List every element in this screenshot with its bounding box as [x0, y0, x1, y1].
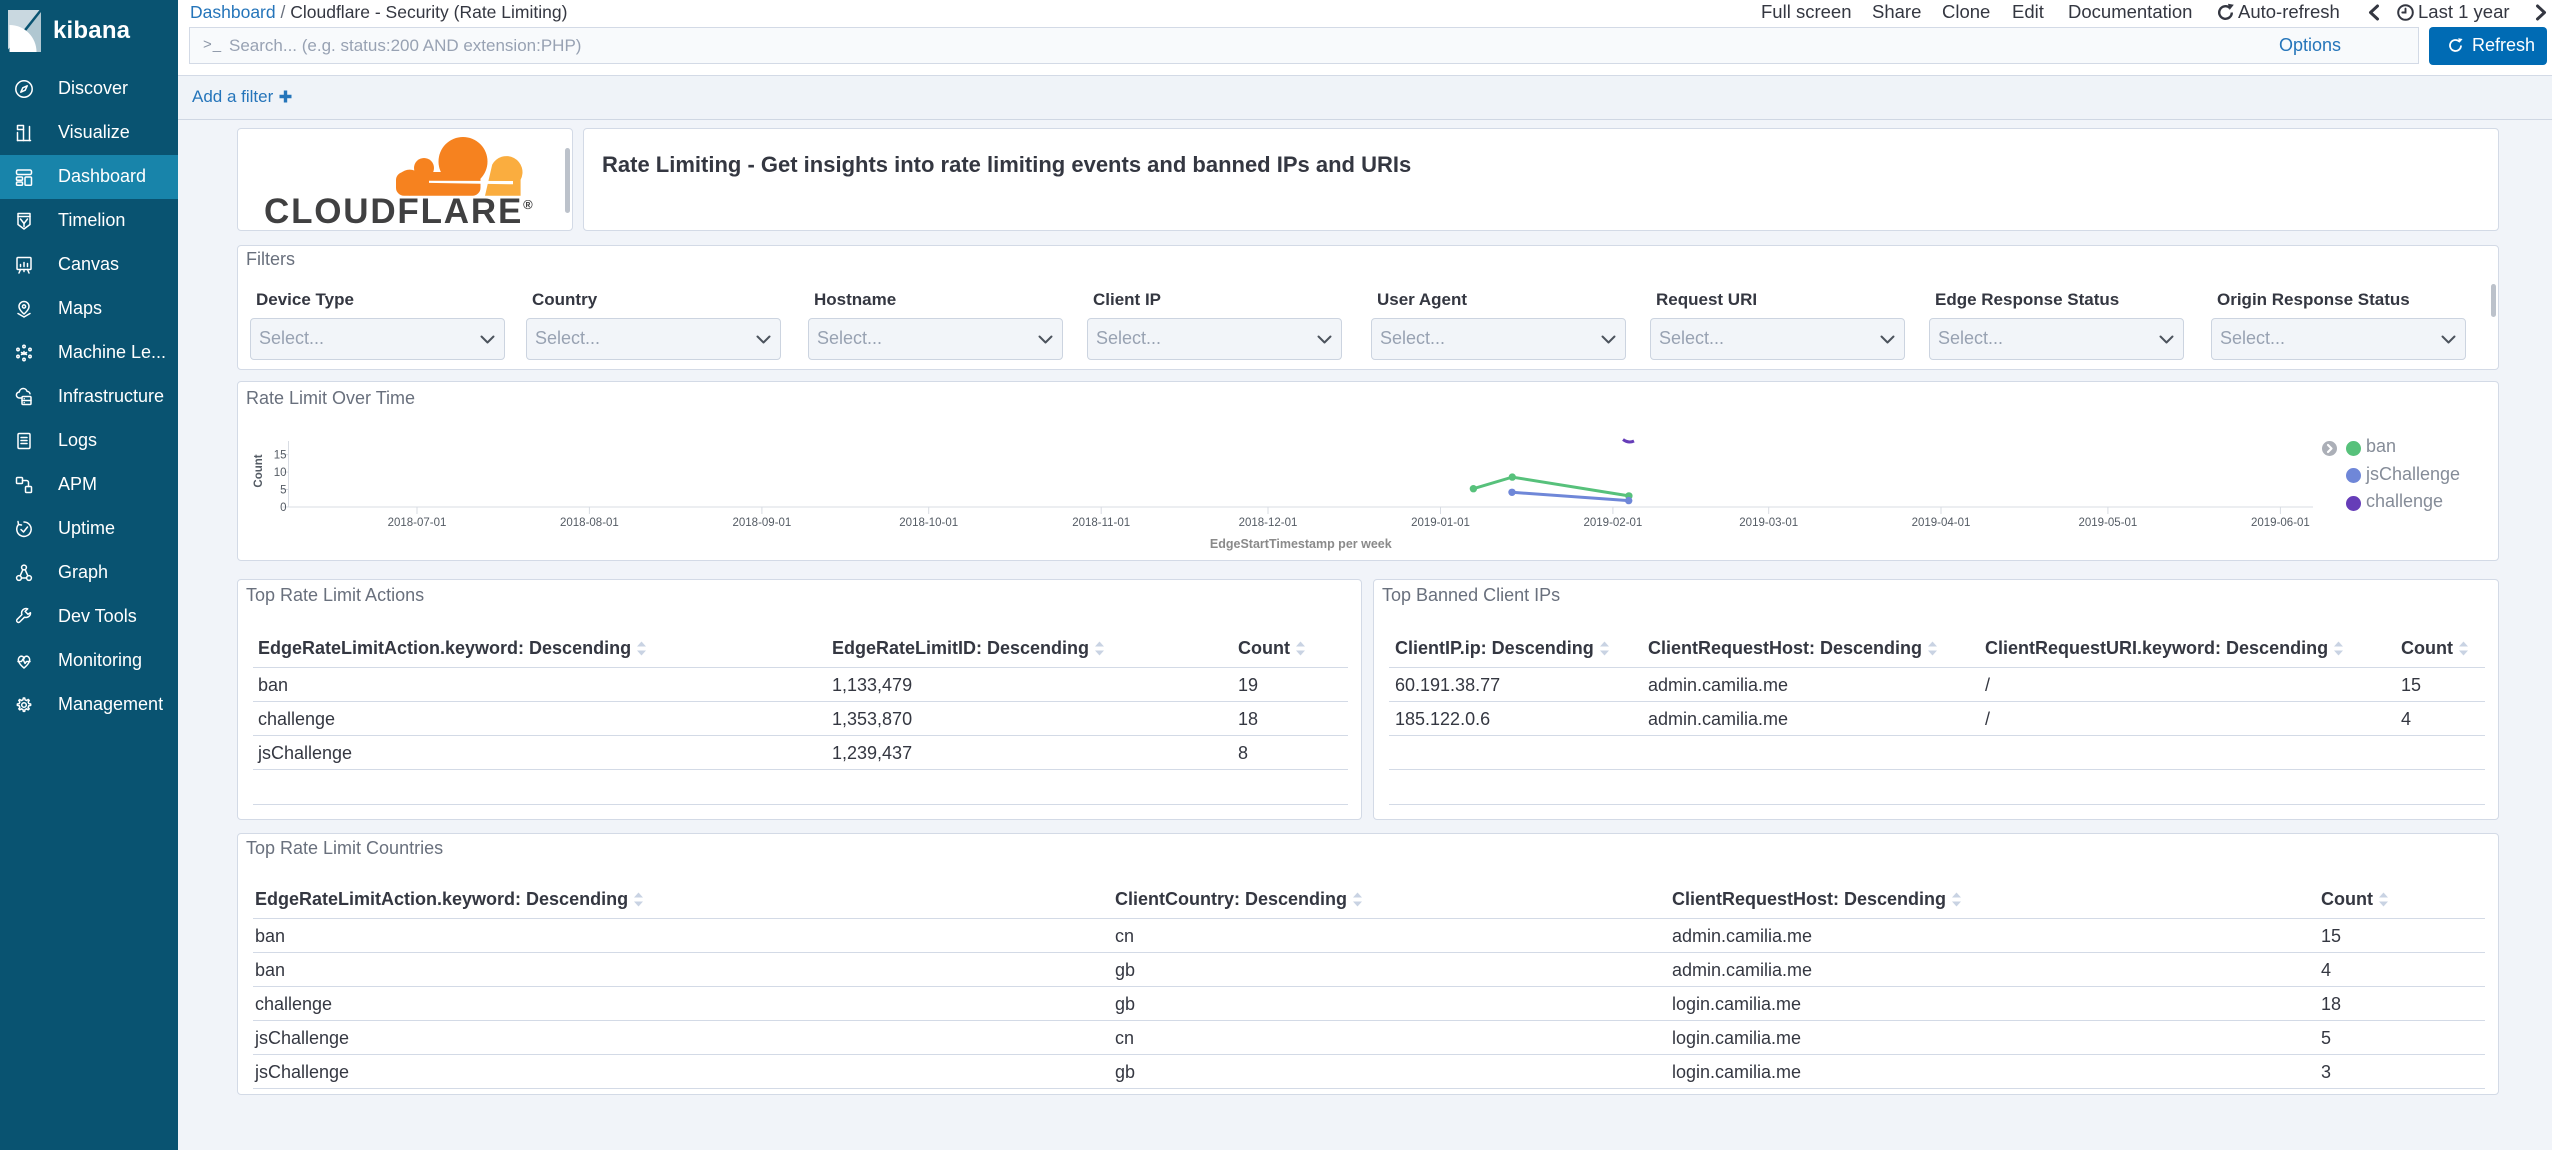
- svg-text:2018-12-01: 2018-12-01: [1239, 517, 1298, 529]
- svg-text:2019-05-01: 2019-05-01: [2078, 517, 2137, 529]
- svg-text:2019-02-01: 2019-02-01: [1583, 517, 1642, 529]
- svg-text:2019-06-01: 2019-06-01: [2251, 517, 2310, 529]
- svg-text:2019-01-01: 2019-01-01: [1411, 517, 1470, 529]
- svg-text:2018-08-01: 2018-08-01: [560, 517, 619, 529]
- svg-text:2018-10-01: 2018-10-01: [899, 517, 958, 529]
- svg-text:Count: Count: [253, 454, 265, 487]
- svg-text:15: 15: [274, 450, 287, 462]
- svg-text:5: 5: [280, 485, 286, 497]
- svg-text:2018-07-01: 2018-07-01: [388, 517, 447, 529]
- svg-text:10: 10: [274, 467, 287, 479]
- svg-text:2019-04-01: 2019-04-01: [1912, 517, 1971, 529]
- svg-text:2018-11-01: 2018-11-01: [1072, 517, 1130, 529]
- svg-text:EdgeStartTimestamp per week: EdgeStartTimestamp per week: [1210, 537, 1392, 551]
- svg-text:0: 0: [280, 502, 286, 514]
- svg-text:2019-03-01: 2019-03-01: [1739, 517, 1798, 529]
- svg-text:2018-09-01: 2018-09-01: [732, 517, 791, 529]
